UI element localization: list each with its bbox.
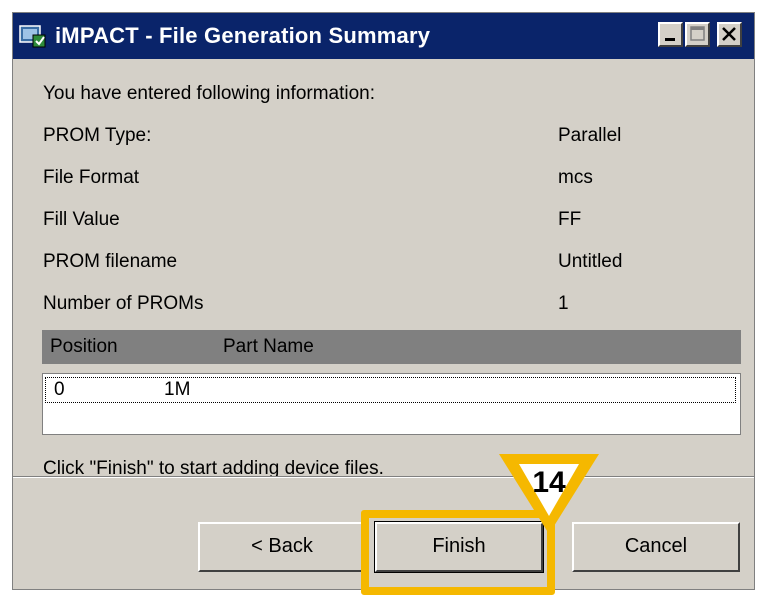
device-list: 0 1M <box>42 373 741 435</box>
number-of-proms-value: 1 <box>558 293 569 314</box>
close-button[interactable] <box>717 22 742 47</box>
back-button[interactable]: < Back <box>198 522 366 572</box>
fill-value-value: FF <box>558 209 582 230</box>
maximize-button[interactable] <box>685 22 710 47</box>
fill-value-label: Fill Value <box>43 209 120 230</box>
impact-app-icon <box>19 25 46 48</box>
intro-text: You have entered following information: <box>43 83 376 104</box>
row-part-name-cell: 1M <box>164 379 191 400</box>
table-row[interactable]: 0 1M <box>45 377 736 403</box>
table-header: Position Part Name <box>42 330 741 364</box>
callout-number: 14 <box>532 466 566 499</box>
prom-filename-label: PROM filename <box>43 251 178 272</box>
maximize-icon <box>690 26 705 41</box>
dialog-window: iMPACT - File Generation Summary You hav… <box>12 12 755 590</box>
minimize-button[interactable] <box>658 22 683 47</box>
number-of-proms-label: Number of PROMs <box>43 293 204 314</box>
close-icon <box>722 27 736 41</box>
file-format-label: File Format <box>43 167 140 188</box>
file-format-value: mcs <box>558 167 593 188</box>
prom-type-value: Parallel <box>558 125 622 146</box>
column-header-position[interactable]: Position <box>50 335 118 359</box>
callout-badge: 14 <box>499 454 599 534</box>
prom-filename-value: Untitled <box>558 251 623 272</box>
title-bar[interactable]: iMPACT - File Generation Summary <box>13 13 754 59</box>
divider <box>13 476 754 478</box>
prom-type-label: PROM Type: <box>43 125 152 146</box>
window-title: iMPACT - File Generation Summary <box>55 23 431 48</box>
column-header-part-name[interactable]: Part Name <box>223 335 314 359</box>
minimize-icon <box>665 38 675 41</box>
row-position-cell: 0 <box>54 379 65 400</box>
